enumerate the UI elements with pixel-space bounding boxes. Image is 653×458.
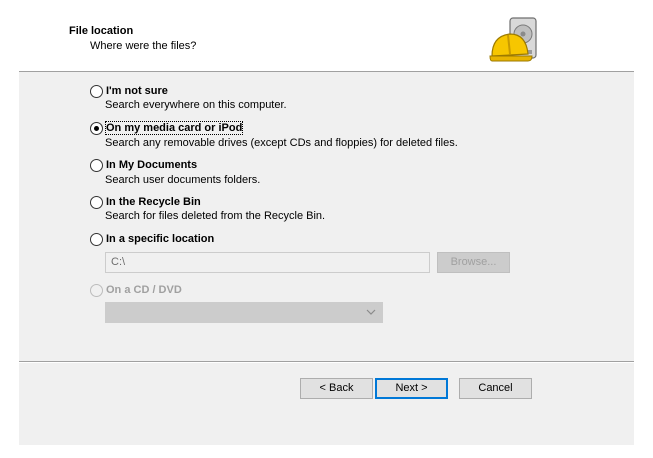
wizard-header: File location Where were the files?	[0, 0, 653, 72]
option-cd-dvd[interactable]: On a CD / DVD	[90, 282, 182, 298]
option-not-sure[interactable]: I'm not sure	[90, 83, 168, 99]
page-subtitle: Where were the files?	[90, 40, 197, 52]
next-button[interactable]: Next >	[375, 378, 448, 399]
option-my-documents-desc: Search user documents folders.	[105, 174, 261, 186]
browse-button[interactable]: Browse...	[437, 252, 510, 273]
option-recycle-bin-desc: Search for files deleted from the Recycl…	[105, 210, 326, 222]
option-media-card[interactable]: On my media card or iPod	[90, 120, 244, 136]
hard-drive-hardhat-icon	[489, 17, 537, 62]
option-recycle-bin-label[interactable]: In the Recycle Bin	[106, 196, 201, 208]
radio-specific-location[interactable]	[90, 232, 103, 246]
option-specific-location[interactable]: In a specific location	[90, 231, 214, 247]
cd-drive-select[interactable]	[105, 302, 383, 323]
option-media-card-desc: Search any removable drives (except CDs …	[105, 137, 458, 149]
back-button[interactable]: < Back	[300, 378, 373, 399]
footer-divider-highlight	[19, 362, 634, 363]
radio-cd-dvd[interactable]	[90, 283, 103, 297]
option-media-card-label[interactable]: On my media card or iPod	[104, 121, 244, 135]
radio-media-card[interactable]	[90, 121, 103, 135]
chevron-down-icon	[366, 309, 376, 315]
cancel-button[interactable]: Cancel	[459, 378, 532, 399]
option-not-sure-desc: Search everywhere on this computer.	[105, 99, 287, 111]
option-specific-location-label[interactable]: In a specific location	[106, 233, 214, 245]
option-recycle-bin[interactable]: In the Recycle Bin	[90, 194, 201, 210]
option-my-documents-label[interactable]: In My Documents	[106, 159, 197, 171]
radio-recycle-bin[interactable]	[90, 195, 103, 209]
option-my-documents[interactable]: In My Documents	[90, 157, 197, 173]
radio-not-sure[interactable]	[90, 84, 103, 98]
option-not-sure-label[interactable]: I'm not sure	[106, 85, 168, 97]
radio-my-documents[interactable]	[90, 158, 103, 172]
option-cd-dvd-label[interactable]: On a CD / DVD	[106, 284, 182, 296]
location-path-input[interactable]: C:\	[105, 252, 430, 273]
page-title: File location	[69, 25, 134, 37]
